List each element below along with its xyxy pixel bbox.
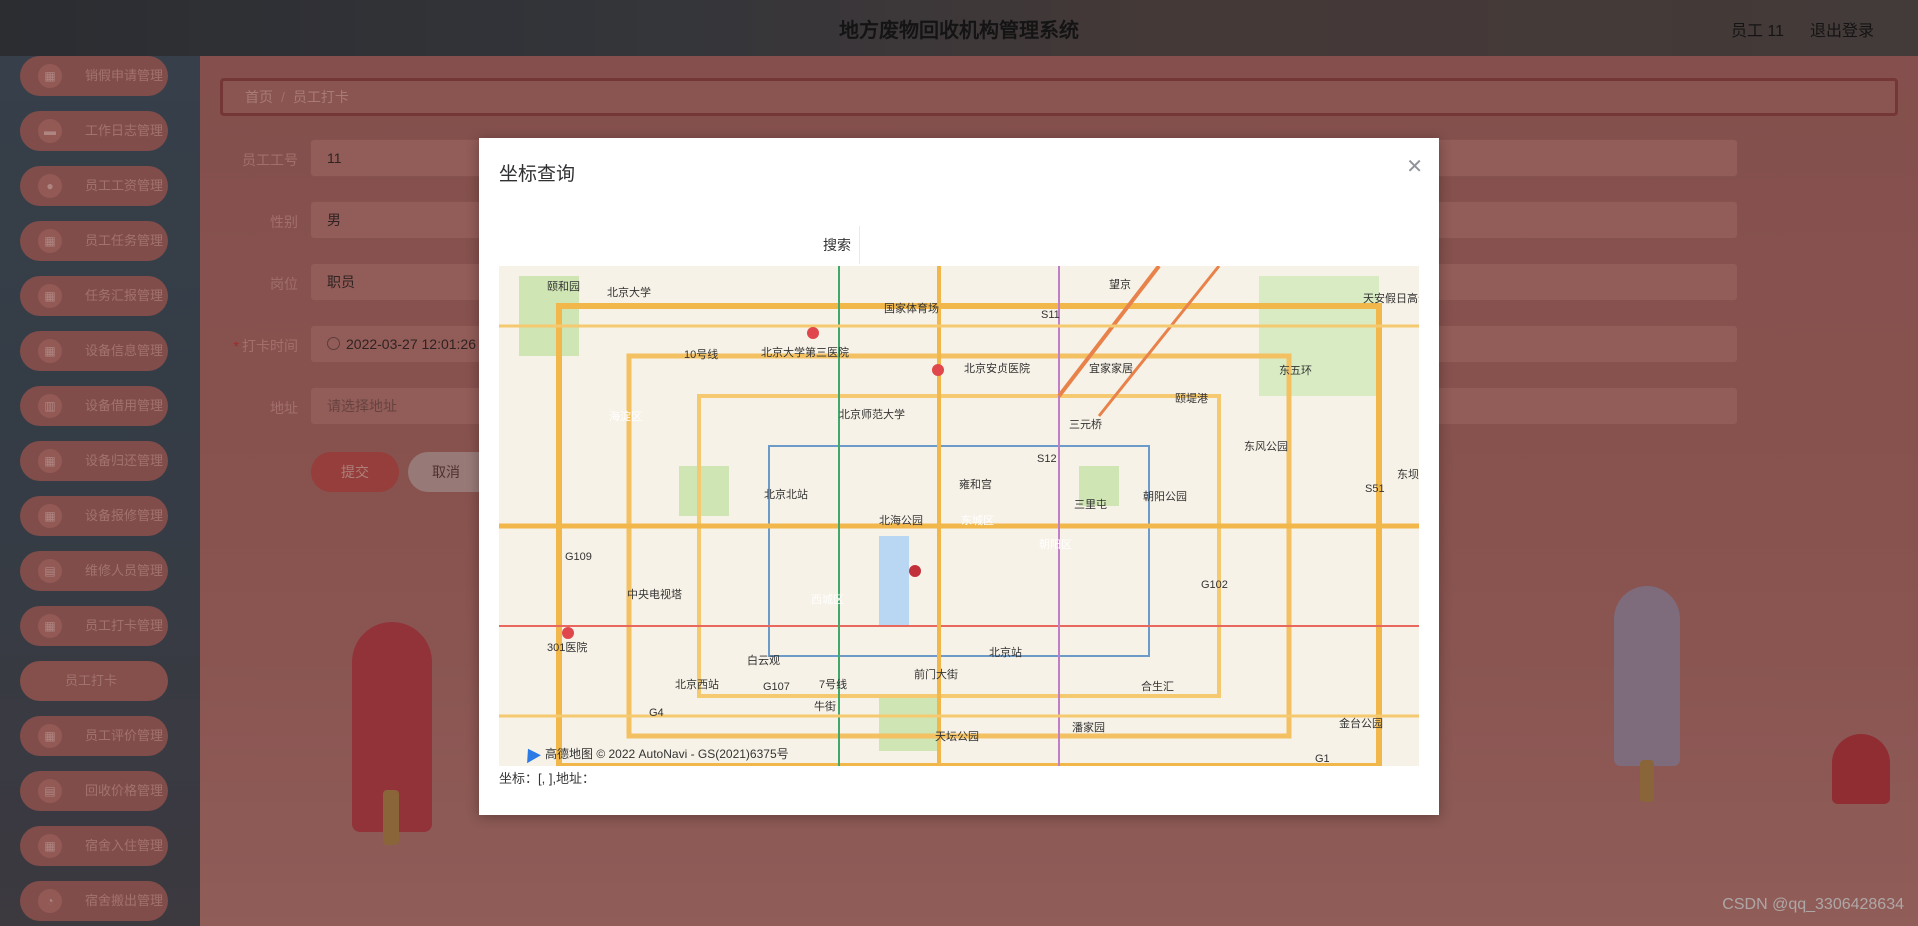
map-label: 颐堤港 [1175, 392, 1208, 405]
map-label: 东城区 [961, 514, 994, 527]
map-label: 北京安贞医院 [964, 361, 1030, 375]
coordinate-readout: 坐标：[, ],地址： [499, 771, 596, 786]
map-label: S12 [1037, 453, 1057, 465]
map-label: 东五环 [1279, 364, 1312, 377]
map-label: 天坛公园 [935, 730, 979, 743]
park-area [879, 696, 939, 751]
park-area [679, 466, 729, 516]
map-label: 颐和园 [547, 280, 580, 293]
map-label: 朝阳区 [1039, 538, 1072, 551]
map-label: 301医院 [547, 640, 587, 654]
map-view[interactable]: 颐和园 北京大学 国家体育场 北京大学第三医院 北京安贞医院 宜家家居 颐堤港 … [499, 266, 1419, 766]
map-canvas[interactable]: 颐和园 北京大学 国家体育场 北京大学第三医院 北京安贞医院 宜家家居 颐堤港 … [499, 266, 1419, 766]
map-label: 海淀区 [609, 409, 642, 423]
map-label: 北京西站 [675, 677, 719, 691]
lake-area [879, 536, 909, 626]
dialog-title: 坐标查询 [499, 164, 576, 185]
map-label: 北京大学第三医院 [761, 345, 849, 359]
map-label: G4 [649, 707, 664, 719]
map-label: 前门大街 [914, 667, 958, 681]
map-label: 望京 [1109, 277, 1131, 291]
map-attribution: 高德地图 © 2022 AutoNavi - GS(2021)6375号 [521, 744, 789, 764]
map-label: 东坝 [1397, 467, 1419, 481]
map-label: 三元桥 [1069, 418, 1102, 431]
map-label: 雍和宫 [959, 477, 992, 491]
map-label: S51 [1365, 483, 1385, 495]
map-search-input[interactable] [499, 226, 860, 264]
map-label: 10号线 [684, 347, 718, 361]
map-label: 天安假日高尔夫俱乐部 [1363, 291, 1419, 305]
map-label: S11 [1041, 309, 1060, 321]
map-label: G107 [763, 681, 790, 693]
map-label: 宜家家居 [1089, 361, 1133, 375]
map-label: G109 [565, 551, 592, 563]
map-label: 三里屯 [1074, 498, 1107, 511]
map-label: 北海公园 [879, 513, 923, 527]
map-label: 7号线 [819, 677, 847, 691]
map-label: 北京北站 [764, 487, 808, 501]
map-label: G102 [1201, 579, 1228, 591]
hospital-marker [932, 364, 944, 376]
map-label: G1 [1315, 753, 1330, 765]
amap-logo-icon [521, 744, 541, 764]
map-label: 东风公园 [1244, 440, 1288, 453]
map-label: 牛街 [814, 699, 836, 713]
map-label: 金台公园 [1339, 716, 1383, 730]
search-button[interactable]: 搜索 [823, 235, 851, 255]
map-label: 北京师范大学 [839, 407, 905, 421]
park-area [1259, 276, 1379, 396]
map-label: 朝阳公园 [1143, 490, 1187, 503]
map-label: 合生汇 [1141, 679, 1174, 693]
map-label: 北京大学 [607, 285, 651, 299]
map-label: 西城区 [811, 593, 844, 606]
map-label: 白云观 [747, 653, 780, 667]
map-label: 北京站 [989, 645, 1022, 659]
hospital-marker [807, 327, 819, 339]
close-icon[interactable]: ✕ [1406, 154, 1423, 179]
map-label: 潘家园 [1072, 720, 1105, 734]
map-label: 中央电视塔 [627, 587, 682, 601]
coordinate-dialog: 坐标查询 ✕ 搜索 颐和园 北京大学 国家体育场 北京大学第三医院 北京安贞医院… [479, 138, 1439, 815]
landmark-marker [909, 565, 921, 577]
hospital-marker [562, 627, 574, 639]
map-label: 国家体育场 [884, 301, 939, 315]
